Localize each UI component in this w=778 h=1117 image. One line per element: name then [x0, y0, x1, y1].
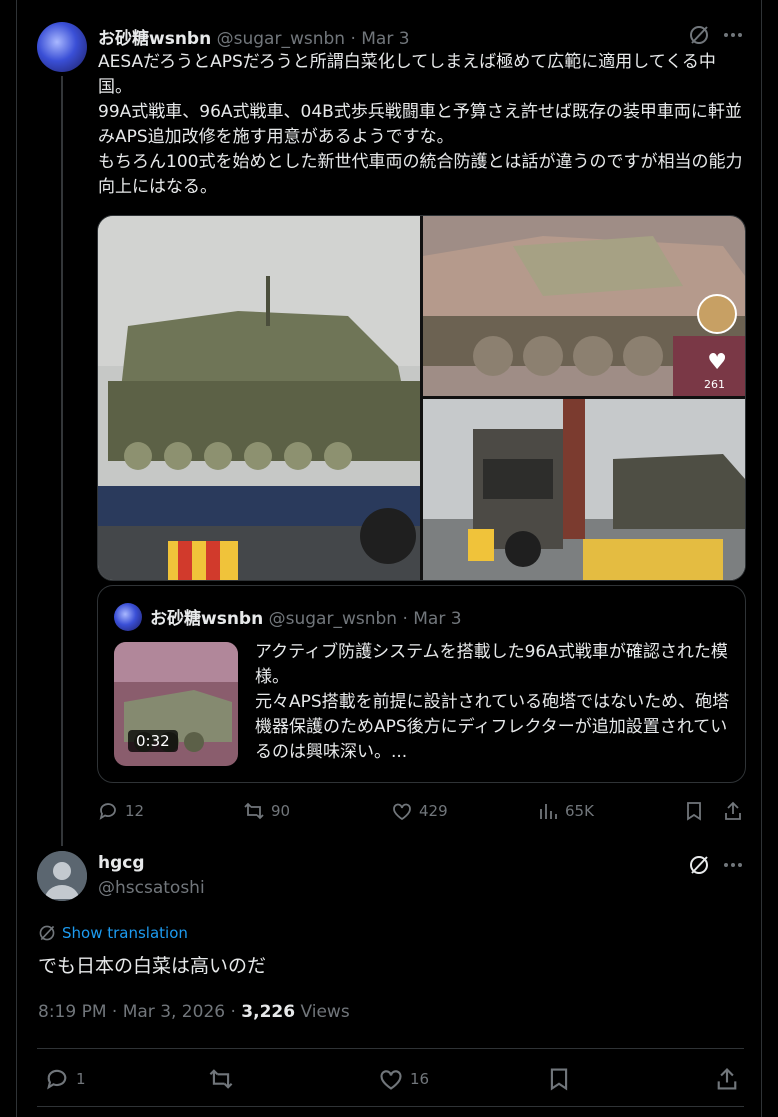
like-count: 16: [410, 1070, 430, 1088]
dot-separator: ·: [402, 609, 408, 629]
views-count: 65K: [565, 802, 594, 820]
thread-connector: [61, 76, 63, 846]
reply-meta: 8:19 PM · Mar 3, 2026 · 3,226 Views: [38, 1002, 350, 1022]
reply-text: でも日本の白菜は高いのだ: [38, 955, 267, 977]
repost-icon: [209, 1069, 233, 1089]
dot-separator: ·: [350, 29, 356, 49]
show-translation-link[interactable]: Show translation: [38, 924, 188, 942]
show-translation-label: Show translation: [62, 924, 188, 942]
tweet-actions: 12 90 429 65K: [97, 800, 747, 822]
quoted-video-thumbnail[interactable]: 0:32: [114, 642, 238, 766]
views-icon: [540, 804, 557, 819]
share-button[interactable]: [722, 800, 744, 822]
repost-icon: [244, 802, 264, 820]
more-icon[interactable]: [721, 24, 745, 46]
more-icon[interactable]: [721, 854, 745, 876]
reply-handle[interactable]: @hscsatoshi: [98, 878, 205, 898]
share-button[interactable]: [714, 1066, 740, 1092]
heart-icon: [380, 1070, 402, 1090]
tank-photo-1[interactable]: [98, 216, 420, 580]
quoted-header: お砂糖wsnbn @sugar_wsnbn · Mar 3: [150, 604, 462, 629]
translate-icon: [39, 925, 55, 941]
like-count: 429: [419, 802, 448, 820]
user-handle[interactable]: @sugar_wsnbn: [217, 29, 345, 49]
avatar[interactable]: [37, 22, 87, 72]
like-button[interactable]: 429: [391, 800, 448, 822]
tweet-header: お砂糖wsnbn @sugar_wsnbn · Mar 3: [98, 24, 410, 49]
views-button[interactable]: 65K: [537, 800, 594, 822]
reply-display-name[interactable]: hgcg: [98, 853, 145, 873]
creator-avatar: [697, 294, 737, 334]
quoted-line: アクティブ防護システムを搭載した96A式戦車が確認された模様。: [255, 642, 728, 687]
bookmark-button[interactable]: [683, 800, 705, 822]
reply-button[interactable]: 12: [97, 800, 144, 822]
tweet-line: AESAだろうとAPSだろうと所謂白菜化してしまえば極めて広範に適用してくる中国…: [98, 52, 716, 97]
overlay-like-count: 261: [704, 378, 725, 391]
reply-timestamp[interactable]: 8:19 PM · Mar 3, 2026 ·: [38, 1002, 241, 1022]
repost-count: 90: [271, 802, 291, 820]
quoted-handle: @sugar_wsnbn: [268, 609, 398, 629]
reply-count: 1: [76, 1070, 86, 1088]
like-button[interactable]: 16: [378, 1066, 429, 1092]
repost-button[interactable]: 90: [243, 800, 290, 822]
tank-photo-3[interactable]: [423, 399, 745, 580]
tank-photo-2[interactable]: ♥ 261: [423, 216, 745, 396]
heart-icon: [393, 803, 411, 821]
tweet-line: もちろん100式を始めとした新世代車両の統合防護とは話が違うのですが相当の能力向…: [98, 152, 743, 197]
display-name[interactable]: お砂糖wsnbn: [98, 29, 211, 49]
repost-button[interactable]: [208, 1066, 240, 1092]
reply-views-count: 3,226: [241, 1002, 296, 1022]
quoted-avatar: [114, 603, 142, 631]
video-duration: 0:32: [128, 730, 178, 752]
grok-icon[interactable]: [688, 24, 710, 46]
reply-actions: 1 16: [44, 1066, 744, 1092]
tweet-date[interactable]: Mar 3: [361, 29, 409, 49]
reply-views-label: Views: [295, 1002, 350, 1022]
reply-icon: [99, 803, 116, 820]
reply-count: 12: [125, 802, 145, 820]
tweet-text: AESAだろうとAPSだろうと所謂白菜化してしまえば極めて広範に適用してくる中国…: [98, 50, 748, 200]
bookmark-button[interactable]: [546, 1066, 572, 1092]
bookmark-icon: [550, 1068, 568, 1091]
quoted-date: Mar 3: [413, 609, 462, 629]
quoted-text: アクティブ防護システムを搭載した96A式戦車が確認された模様。 元々APS搭載を…: [255, 640, 730, 765]
tweet-line: 99A式戦車、96A式戦車、04B式歩兵戦闘車と予算さえ許せば既存の装甲車両に軒…: [98, 102, 742, 147]
grok-icon[interactable]: [688, 854, 710, 876]
quoted-line: 元々APS搭載を前提に設計されている砲塔ではないため、砲塔機器保護のためAPS後…: [255, 692, 730, 762]
media-grid: ♥ 261: [97, 215, 746, 581]
reply-avatar[interactable]: [37, 851, 87, 901]
quoted-display-name: お砂糖wsnbn: [150, 609, 264, 629]
reply-icon: [47, 1069, 67, 1090]
bookmark-icon: [687, 802, 701, 821]
share-icon: [725, 801, 741, 820]
divider: [37, 1106, 744, 1107]
divider: [37, 1048, 744, 1049]
heart-overlay-icon: ♥: [707, 350, 727, 375]
quoted-tweet[interactable]: お砂糖wsnbn @sugar_wsnbn · Mar 3 0:32 アクティブ…: [97, 585, 746, 783]
share-icon: [717, 1068, 737, 1090]
reply-button[interactable]: 1: [44, 1066, 86, 1092]
